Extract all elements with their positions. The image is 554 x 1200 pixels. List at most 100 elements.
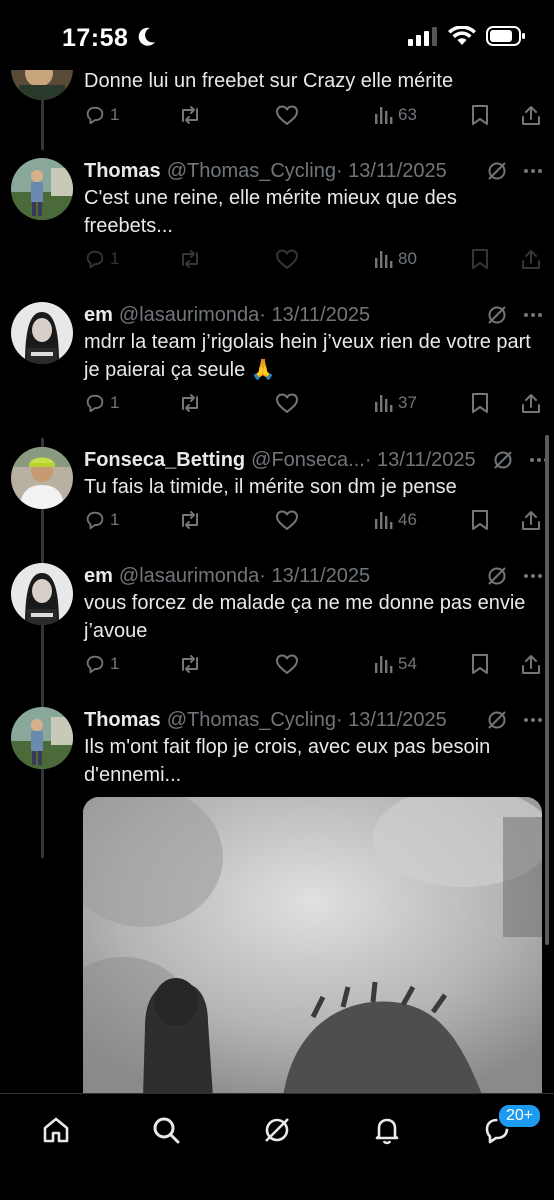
- bookmark-button[interactable]: [470, 649, 490, 679]
- nav-home[interactable]: [36, 1110, 76, 1150]
- grok-icon[interactable]: [486, 565, 508, 587]
- bookmark-icon: [472, 105, 488, 125]
- status-icons: [408, 26, 526, 46]
- share-button[interactable]: [520, 388, 542, 418]
- like-button[interactable]: [275, 244, 299, 274]
- status-bar: 17:58: [0, 0, 554, 70]
- notifications-icon: [375, 1118, 399, 1145]
- heart-icon: [276, 510, 298, 530]
- avatar[interactable]: [11, 707, 73, 769]
- battery-icon: [486, 26, 525, 46]
- author-name[interactable]: em: [84, 304, 113, 327]
- reply-button[interactable]: 1: [84, 388, 119, 418]
- reply-count: 1: [110, 249, 120, 268]
- search-icon: [153, 1117, 180, 1144]
- share-button[interactable]: [520, 244, 542, 274]
- reply-icon: [86, 106, 104, 125]
- bookmark-button[interactable]: [470, 244, 490, 274]
- heart-icon: [276, 654, 298, 674]
- reply-count: 1: [110, 510, 120, 529]
- reply-count: 1: [110, 393, 120, 412]
- author-handle[interactable]: @Fonseca...: [251, 449, 365, 472]
- like-button[interactable]: [275, 100, 299, 130]
- like-button[interactable]: [275, 505, 299, 535]
- nav-grok[interactable]: [257, 1110, 297, 1150]
- bookmark-button[interactable]: [470, 388, 490, 418]
- views-icon: [375, 107, 393, 124]
- views-button[interactable]: 80: [374, 244, 417, 274]
- author-name[interactable]: Fonseca_Betting: [84, 449, 245, 472]
- share-icon: [522, 106, 540, 125]
- grok-icon[interactable]: [486, 709, 508, 731]
- views-count: 80: [398, 249, 417, 268]
- author-handle[interactable]: @Thomas_Cycling: [167, 709, 336, 732]
- views-button[interactable]: 63: [374, 100, 417, 130]
- bookmark-icon: [472, 249, 488, 269]
- heart-icon: [276, 393, 298, 413]
- share-button[interactable]: [520, 100, 542, 130]
- author-handle[interactable]: @lasaurimonda: [119, 565, 259, 588]
- reply-button[interactable]: 1: [84, 244, 119, 274]
- more-options-icon[interactable]: [522, 709, 544, 731]
- home-icon: [43, 1117, 69, 1143]
- share-button[interactable]: [520, 649, 542, 679]
- tweet-actions: 1 80: [84, 244, 544, 274]
- status-time-text: 17:58: [62, 24, 129, 52]
- reply-button[interactable]: 1: [84, 100, 119, 130]
- avatar[interactable]: [11, 302, 73, 364]
- reply-button[interactable]: 1: [84, 649, 119, 679]
- views-icon: [375, 251, 393, 268]
- tweet-date: · 13/11/2025: [335, 159, 447, 182]
- author-name[interactable]: Thomas: [84, 709, 161, 732]
- avatar[interactable]: [11, 447, 73, 509]
- views-button[interactable]: 37: [374, 388, 417, 418]
- heart-icon: [276, 249, 298, 269]
- tweet-actions: 1 63: [84, 100, 544, 130]
- repost-button[interactable]: [178, 505, 202, 535]
- tweet-date: · 13/11/2025: [259, 564, 371, 587]
- more-options-icon[interactable]: [522, 565, 544, 587]
- share-icon: [522, 655, 540, 674]
- more-options-icon[interactable]: [522, 304, 544, 326]
- tweet-media-video[interactable]: [83, 797, 542, 1097]
- share-icon: [522, 511, 540, 530]
- status-time: 17:58: [62, 24, 156, 53]
- tweet-text: Donne lui un freebet sur Crazy elle méri…: [84, 70, 454, 92]
- repost-button[interactable]: [178, 388, 202, 418]
- reply-icon: [86, 655, 104, 674]
- tweet-actions: 1 54: [84, 649, 544, 679]
- share-button[interactable]: [520, 505, 542, 535]
- repost-icon: [182, 250, 198, 268]
- tweet-text: C'est une reine, elle mérite mieux que d…: [84, 187, 457, 237]
- like-button[interactable]: [275, 388, 299, 418]
- author-handle[interactable]: @lasaurimonda: [119, 304, 259, 327]
- author-name[interactable]: em: [84, 565, 113, 588]
- views-count: 63: [398, 105, 417, 124]
- grok-icon[interactable]: [486, 160, 508, 182]
- bookmark-button[interactable]: [470, 505, 490, 535]
- bookmark-icon: [472, 393, 488, 413]
- bookmark-button[interactable]: [470, 100, 490, 130]
- author-name[interactable]: Thomas: [84, 160, 161, 183]
- author-handle[interactable]: @Thomas_Cycling: [167, 160, 336, 183]
- reply-button[interactable]: 1: [84, 505, 119, 535]
- tweet-date: · 13/11/2025: [259, 303, 371, 326]
- grok-icon[interactable]: [486, 304, 508, 326]
- avatar[interactable]: [11, 563, 73, 625]
- like-button[interactable]: [275, 649, 299, 679]
- repost-button[interactable]: [178, 244, 202, 274]
- scrollbar[interactable]: [545, 435, 549, 945]
- nav-notifications[interactable]: [367, 1110, 407, 1150]
- avatar[interactable]: [11, 158, 73, 220]
- tweet-date: · 13/11/2025: [335, 708, 447, 731]
- bookmark-icon: [472, 510, 488, 530]
- repost-button[interactable]: [178, 100, 202, 130]
- nav-search[interactable]: [146, 1110, 186, 1150]
- tweet-text: vous forcez de malade ça ne me donne pas…: [84, 592, 526, 642]
- grok-icon[interactable]: [492, 449, 514, 471]
- views-icon: [375, 512, 393, 529]
- views-button[interactable]: 54: [374, 649, 417, 679]
- repost-button[interactable]: [178, 649, 202, 679]
- more-options-icon[interactable]: [522, 160, 544, 182]
- views-button[interactable]: 46: [374, 505, 417, 535]
